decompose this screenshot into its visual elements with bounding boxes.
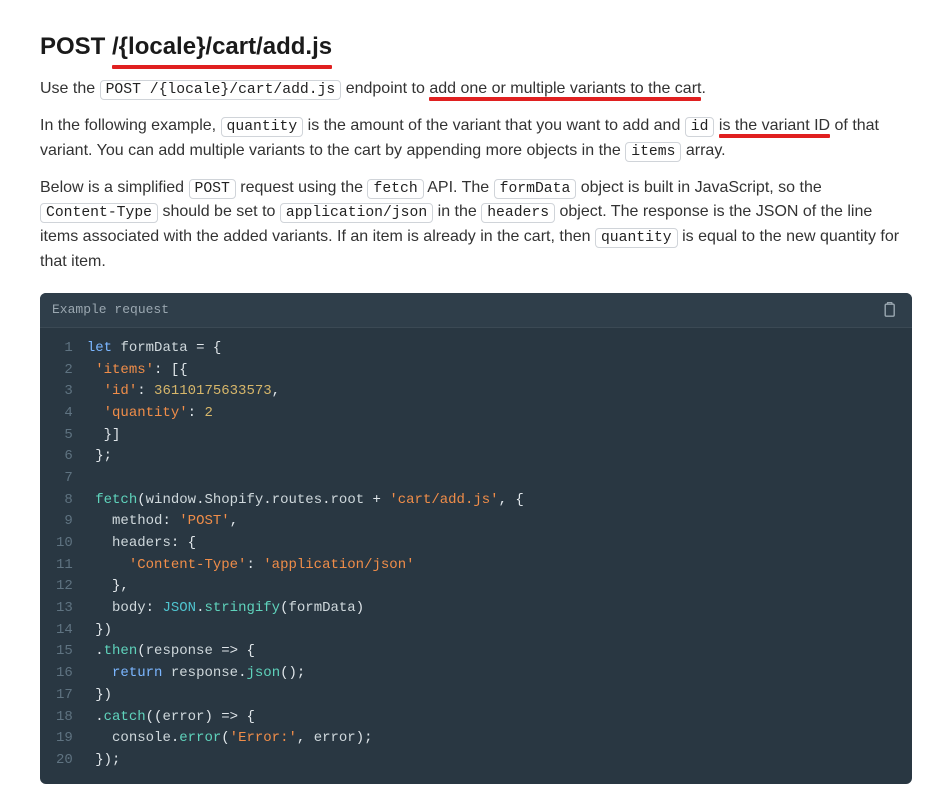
code-line: .catch((error) => { (87, 707, 896, 729)
text: request using the (236, 179, 368, 196)
text: API. The (424, 179, 494, 196)
line-number: 19 (56, 728, 73, 750)
code-line: .then(response => { (87, 641, 896, 663)
code-line: body: JSON.stringify(formData) (87, 598, 896, 620)
code-line: }] (87, 425, 896, 447)
inline-code-headers: headers (481, 203, 555, 223)
code-line: headers: { (87, 533, 896, 555)
code-line: 'id': 36110175633573, (87, 381, 896, 403)
code-line: 'Content-Type': 'application/json' (87, 555, 896, 577)
inline-code-formdata: formData (494, 179, 577, 199)
inline-code-post: POST (189, 179, 236, 199)
code-line: console.error('Error:', error); (87, 728, 896, 750)
text: in the (433, 203, 481, 220)
inline-code-items: items (625, 142, 681, 162)
line-number-gutter: 1234567891011121314151617181920 (40, 338, 87, 772)
line-number: 20 (56, 750, 73, 772)
line-number: 17 (56, 685, 73, 707)
text: should be set to (158, 203, 280, 220)
line-number: 18 (56, 707, 73, 729)
line-number: 7 (56, 468, 73, 490)
code-line: }) (87, 685, 896, 707)
text: object is built in JavaScript, so the (576, 179, 821, 196)
inline-code-quantity: quantity (221, 117, 304, 137)
page-title: POST /{locale}/cart/add.js (40, 28, 912, 65)
code-block: Example request 123456789101112131415161… (40, 293, 912, 784)
line-number: 10 (56, 533, 73, 555)
line-number: 16 (56, 663, 73, 685)
line-number: 13 (56, 598, 73, 620)
line-number: 5 (56, 425, 73, 447)
code-line: 'items': [{ (87, 360, 896, 382)
paragraph-intro: Use the POST /{locale}/cart/add.js endpo… (40, 77, 912, 102)
code-line: let formData = { (87, 338, 896, 360)
line-number: 11 (56, 555, 73, 577)
endpoint-path: /{locale}/cart/add.js (112, 28, 332, 65)
code-line: }; (87, 446, 896, 468)
line-number: 14 (56, 620, 73, 642)
code-line: }) (87, 620, 896, 642)
code-line (87, 468, 896, 490)
copy-button[interactable] (878, 299, 900, 321)
code-line: return response.json(); (87, 663, 896, 685)
line-number: 6 (56, 446, 73, 468)
line-number: 8 (56, 490, 73, 512)
http-method: POST (40, 33, 105, 60)
code-line: }); (87, 750, 896, 772)
inline-code-application-json: application/json (280, 203, 433, 223)
line-number: 4 (56, 403, 73, 425)
line-number: 12 (56, 576, 73, 598)
clipboard-icon (882, 302, 896, 318)
code-block-header: Example request (40, 293, 912, 328)
text: endpoint to (341, 80, 429, 97)
inline-code-content-type: Content-Type (40, 203, 158, 223)
line-number: 15 (56, 641, 73, 663)
code-line: 'quantity': 2 (87, 403, 896, 425)
text: is the amount of the variant that you wa… (303, 117, 685, 134)
code-line: }, (87, 576, 896, 598)
line-number: 3 (56, 381, 73, 403)
code-line: fetch(window.Shopify.routes.root + 'cart… (87, 490, 896, 512)
code-lines: let formData = { 'items': [{ 'id': 36110… (87, 338, 912, 772)
emphasis-phrase: is the variant ID (719, 117, 830, 134)
text: Below is a simplified (40, 179, 189, 196)
emphasis-phrase: add one or multiple variants to the cart (429, 80, 701, 97)
text: . (701, 80, 705, 97)
line-number: 1 (56, 338, 73, 360)
inline-code-fetch: fetch (367, 179, 423, 199)
text: In the following example, (40, 117, 221, 134)
text: Use the (40, 80, 100, 97)
paragraph-details: Below is a simplified POST request using… (40, 176, 912, 275)
code-block-label: Example request (52, 300, 169, 320)
code-block-body: 1234567891011121314151617181920 let form… (40, 328, 912, 784)
line-number: 9 (56, 511, 73, 533)
inline-code-quantity-2: quantity (595, 228, 678, 248)
code-line: method: 'POST', (87, 511, 896, 533)
paragraph-example: In the following example, quantity is th… (40, 114, 912, 164)
line-number: 2 (56, 360, 73, 382)
text: array. (681, 142, 725, 159)
inline-code-endpoint: POST /{locale}/cart/add.js (100, 80, 342, 100)
inline-code-id: id (685, 117, 715, 137)
